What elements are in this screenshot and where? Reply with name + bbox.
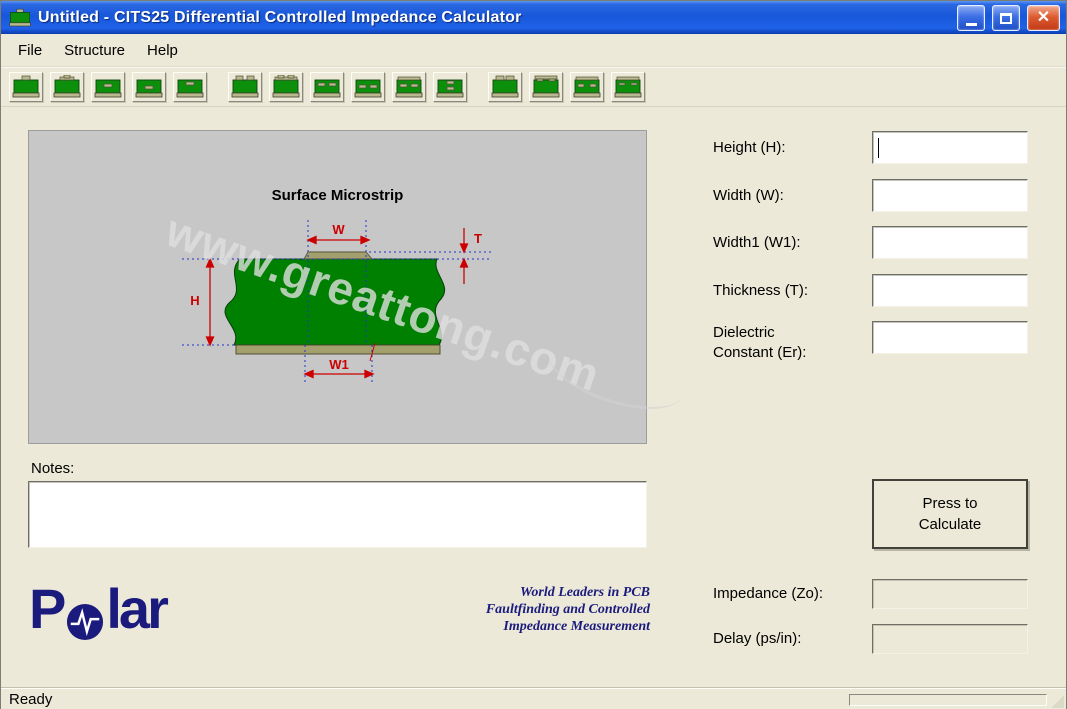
brand-tagline: World Leaders in PCB Faultfinding and Co… xyxy=(350,584,650,635)
tagline-line: Faultfinding and Controlled xyxy=(485,602,650,617)
tool-diff-stripline[interactable] xyxy=(351,71,385,102)
tagline-line: World Leaders in PCB xyxy=(519,585,650,600)
tool-diff-coated-2[interactable] xyxy=(529,71,563,102)
delay-output xyxy=(872,624,1028,654)
diagram-graphic xyxy=(182,220,492,383)
label-delay: Delay (ps/in): xyxy=(713,630,802,647)
toolbar xyxy=(1,67,1066,107)
dielectric-input[interactable] xyxy=(872,321,1028,354)
minimize-icon xyxy=(965,22,977,26)
tool-embedded-microstrip[interactable] xyxy=(91,71,125,102)
dimension-label-w1: W1 xyxy=(329,357,349,372)
label-impedance: Impedance (Zo): xyxy=(713,585,824,602)
tool-diff-embedded-2[interactable] xyxy=(570,71,604,102)
menubar: File Structure Help xyxy=(1,34,1066,67)
calculate-button[interactable]: Press to Calculate xyxy=(872,479,1028,549)
structure-diagram-panel: Surface Microstrip W T H W1 xyxy=(28,130,647,444)
tool-diff-stripline-2[interactable] xyxy=(611,71,645,102)
tool-offset-stripline[interactable] xyxy=(173,71,207,102)
titlebar: Untitled - CITS25 Differential Controlle… xyxy=(1,1,1066,34)
toolbar-group-2 xyxy=(488,71,645,102)
logo-letters-lar: lar xyxy=(106,577,168,640)
menu-file[interactable]: File xyxy=(7,38,53,63)
tool-diff-surface-microstrip[interactable] xyxy=(228,71,262,102)
minimize-button[interactable] xyxy=(957,5,985,31)
tagline-line: Impedance Measurement xyxy=(503,619,650,634)
height-input[interactable] xyxy=(872,131,1028,164)
label-width: Width (W): xyxy=(713,187,784,204)
dimension-label-t: T xyxy=(474,231,482,246)
notes-label: Notes: xyxy=(31,460,75,477)
dimension-label-w: W xyxy=(332,222,345,237)
app-window: Untitled - CITS25 Differential Controlle… xyxy=(0,0,1067,709)
menu-structure[interactable]: Structure xyxy=(53,38,136,63)
close-button[interactable]: ✕ xyxy=(1027,5,1060,31)
tool-diff-surface-2[interactable] xyxy=(488,71,522,102)
text-caret xyxy=(878,138,879,158)
label-height: Height (H): xyxy=(713,139,786,156)
pulse-waveform-icon xyxy=(66,594,104,641)
label-dielectric: Dielectric Constant (Er): xyxy=(713,324,807,361)
status-progress-panel xyxy=(849,694,1047,706)
window-title: Untitled - CITS25 Differential Controlle… xyxy=(38,8,522,26)
maximize-button[interactable] xyxy=(992,5,1020,31)
status-text: Ready xyxy=(9,691,53,708)
tool-surface-microstrip[interactable] xyxy=(9,71,43,102)
label-width1: Width1 (W1): xyxy=(713,234,801,251)
impedance-output xyxy=(872,579,1028,609)
tool-diff-coated-microstrip[interactable] xyxy=(269,71,303,102)
main-content: Surface Microstrip W T H W1 www.greatton… xyxy=(1,107,1066,687)
notes-textarea[interactable] xyxy=(28,481,647,548)
toolbar-group-1 xyxy=(228,71,467,102)
dimension-label-h: H xyxy=(190,293,200,308)
thickness-input[interactable] xyxy=(872,274,1028,307)
resize-grip-icon[interactable] xyxy=(1051,695,1064,708)
width1-input[interactable] xyxy=(872,226,1028,259)
tool-diff-broadside-coupled[interactable] xyxy=(433,71,467,102)
polar-logo: P lar xyxy=(29,577,169,641)
logo-letter-p: P xyxy=(29,577,66,640)
pcb-board-icon xyxy=(8,8,32,28)
width-input[interactable] xyxy=(872,179,1028,212)
tool-coated-microstrip[interactable] xyxy=(50,71,84,102)
tool-diff-offset-stripline[interactable] xyxy=(392,71,426,102)
statusbar: Ready xyxy=(1,687,1066,709)
close-icon: ✕ xyxy=(1036,9,1051,26)
toolbar-group-0 xyxy=(9,71,207,102)
tool-stripline[interactable] xyxy=(132,71,166,102)
label-thickness: Thickness (T): xyxy=(713,282,809,299)
menu-help[interactable]: Help xyxy=(136,38,189,63)
tool-diff-embedded-microstrip[interactable] xyxy=(310,71,344,102)
maximize-icon xyxy=(1000,12,1012,24)
